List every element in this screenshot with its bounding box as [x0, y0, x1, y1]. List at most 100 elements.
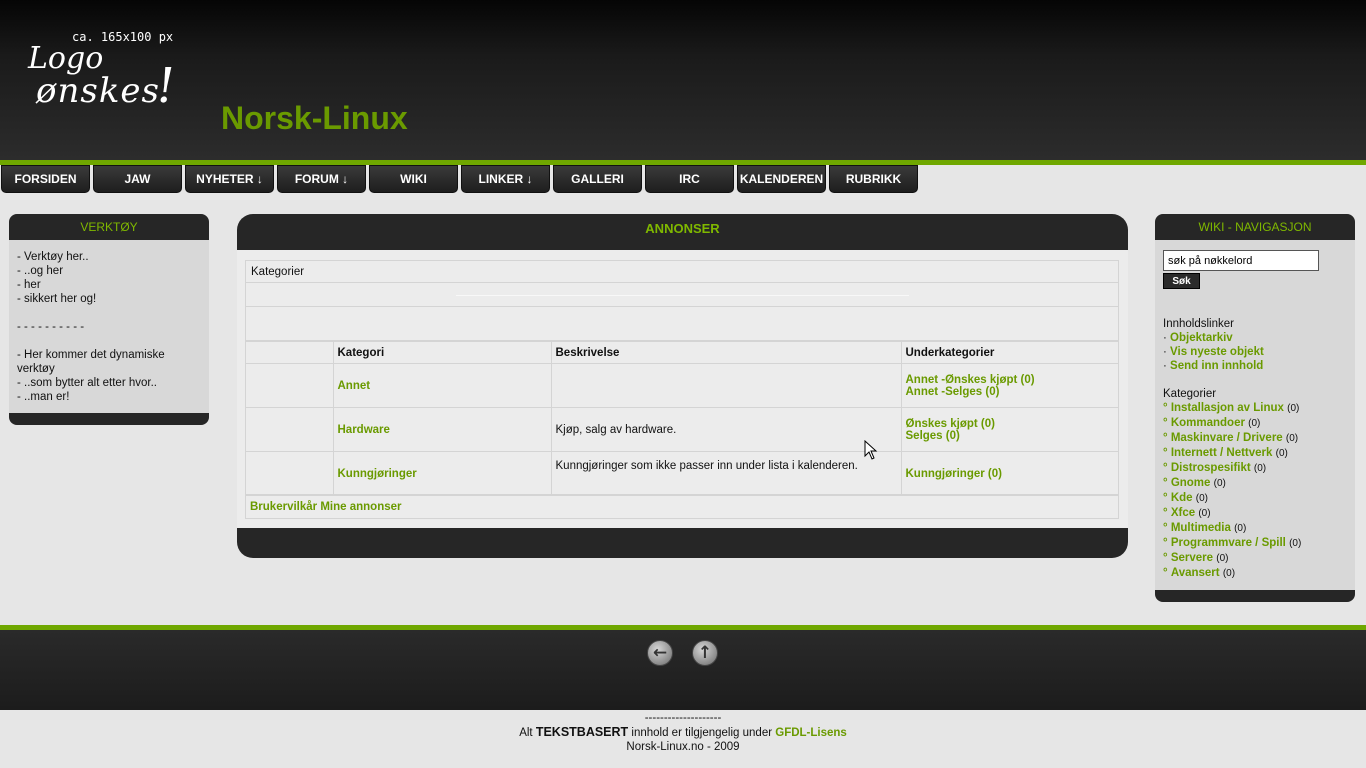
tools-line: - ..man er! — [17, 391, 70, 403]
category-cell: Annet — [332, 363, 552, 408]
row-icon-cell — [246, 451, 334, 496]
logo-text-line1: Logo — [28, 41, 104, 76]
nav-item-nyheter[interactable]: NYHETER ↓ — [185, 165, 274, 193]
wiki-category-link[interactable]: Servere — [1171, 552, 1213, 564]
table-header-row: Kategori Beskrivelse Underkategorier — [246, 341, 1118, 364]
tools-panel: VERKTØY - Verktøy her.. - ..og her - her… — [9, 214, 209, 425]
wiki-category-link[interactable]: Multimedia — [1171, 522, 1231, 534]
copyright-notice: -------------------- Alt TEKSTBASERT inn… — [0, 711, 1366, 754]
ads-panel-footer — [237, 528, 1128, 558]
list-item: ° Multimedia (0) — [1163, 521, 1347, 536]
category-prefix: ° — [1163, 477, 1168, 489]
nav-item-forsiden[interactable]: FORSIDEN — [1, 165, 90, 193]
category-link-hardware[interactable]: Hardware — [338, 424, 390, 436]
category-count: (0) — [1195, 493, 1208, 504]
subcategory-link[interactable]: Annet -Selges (0) — [906, 386, 1115, 398]
nav-item-jaw[interactable]: JAW — [93, 165, 182, 193]
list-item: ° Avansert (0) — [1163, 566, 1347, 581]
list-item: ° Installasjon av Linux (0) — [1163, 401, 1347, 416]
wiki-category-link[interactable]: Avansert — [1171, 567, 1220, 579]
ads-panel: ANNONSER Kategorier Kategori Beskrivelse… — [237, 214, 1128, 558]
description-cell: Kunngjøringer som ikke passer inn under … — [550, 451, 902, 496]
description-cell: Kjøp, salg av hardware. — [550, 407, 902, 452]
category-link-annet[interactable]: Annet — [338, 380, 371, 392]
subcategory-cell: Ønskes kjøpt (0) Selges (0) — [900, 407, 1118, 452]
category-prefix: ° — [1163, 432, 1168, 444]
wiki-category-link[interactable]: Gnome — [1171, 477, 1211, 489]
content-link[interactable]: Vis nyeste objekt — [1170, 346, 1264, 358]
license-middle: innhold er tilgjengelig under — [631, 727, 773, 739]
content-link[interactable]: Send inn innhold — [1170, 360, 1263, 372]
subcategory-cell: Kunngjøringer (0) — [900, 451, 1118, 496]
category-prefix: ° — [1163, 417, 1168, 429]
subcategory-link[interactable]: Ønskes kjøpt (0) — [906, 418, 1115, 430]
categories-heading: Kategorier — [246, 261, 1118, 283]
category-prefix: ° — [1163, 552, 1168, 564]
tools-line: - Verktøy her.. — [17, 251, 89, 263]
list-item: ° Internett / Nettverk (0) — [1163, 446, 1347, 461]
wiki-category-link[interactable]: Kommandoer — [1171, 417, 1245, 429]
content-links-heading: Innholdslinker — [1163, 318, 1234, 330]
category-cell: Hardware — [332, 407, 552, 452]
nav-item-rubrikk[interactable]: RUBRIKK — [829, 165, 918, 193]
arrow-up-icon[interactable]: ↑ — [692, 640, 718, 666]
category-prefix: ° — [1163, 537, 1168, 549]
wiki-category-link[interactable]: Distrospesifikt — [1171, 462, 1251, 474]
nav-item-forum[interactable]: FORUM ↓ — [277, 165, 366, 193]
bullet: · — [1163, 332, 1167, 344]
list-item: ° Gnome (0) — [1163, 476, 1347, 491]
wiki-categories-list: ° Installasjon av Linux (0) ° Kommandoer… — [1163, 401, 1347, 581]
nav-item-wiki[interactable]: WIKI — [369, 165, 458, 193]
list-item: ° Servere (0) — [1163, 551, 1347, 566]
category-prefix: ° — [1163, 522, 1168, 534]
subcategory-link[interactable]: Kunngjøringer (0) — [906, 468, 1115, 480]
content-link[interactable]: Objektarkiv — [1170, 332, 1233, 344]
subcategory-link[interactable]: Annet -Ønskes kjøpt (0) — [906, 374, 1115, 386]
tools-line: - ..som bytter alt etter hvor.. — [17, 377, 157, 389]
ads-panel-title: ANNONSER — [237, 214, 1128, 250]
nav-item-irc[interactable]: IRC — [645, 165, 734, 193]
wiki-search-button[interactable]: Søk — [1163, 273, 1200, 289]
table-row: Hardware Kjøp, salg av hardware. Ønskes … — [246, 407, 1118, 452]
tools-panel-title: VERKTØY — [9, 214, 209, 240]
category-count: (0) — [1248, 418, 1261, 429]
list-item: ° Kde (0) — [1163, 491, 1347, 506]
wiki-navigation-panel: WIKI - NAVIGASJON Søk Innholdslinker · O… — [1155, 214, 1355, 602]
arrow-left-icon[interactable]: ← — [647, 640, 673, 666]
site-title[interactable]: Norsk-Linux — [221, 100, 408, 137]
tools-line: - sikkert her og! — [17, 293, 97, 305]
category-count: (0) — [1287, 403, 1300, 414]
category-prefix: ° — [1163, 567, 1168, 579]
wiki-category-link[interactable]: Maskinvare / Drivere — [1171, 432, 1283, 444]
wiki-category-link[interactable]: Xfce — [1171, 507, 1195, 519]
wiki-category-link[interactable]: Internett / Nettverk — [1171, 447, 1273, 459]
site-footer: ← ↑ — [0, 630, 1366, 710]
license-link[interactable]: GFDL-Lisens — [775, 727, 847, 739]
terms-link[interactable]: Brukervilkår — [250, 501, 317, 513]
list-item: ° Programmvare / Spill (0) — [1163, 536, 1347, 551]
category-count: (0) — [1234, 523, 1247, 534]
wiki-category-link[interactable]: Programmvare / Spill — [1171, 537, 1286, 549]
logo-exclamation: ! — [152, 58, 180, 114]
category-count: (0) — [1198, 508, 1211, 519]
content-link-item: · Send inn innhold — [1163, 359, 1347, 373]
subcategory-cell: Annet -Ønskes kjøpt (0) Annet -Selges (0… — [900, 363, 1118, 408]
nav-item-galleri[interactable]: GALLERI — [553, 165, 642, 193]
my-ads-link[interactable]: Mine annonser — [320, 501, 401, 513]
tools-line: - her — [17, 279, 41, 291]
column-header-underkategorier: Underkategorier — [900, 341, 1118, 364]
category-link-kunngjoringer[interactable]: Kunngjøringer — [338, 468, 417, 480]
logo-placeholder[interactable]: ca. 165x100 px Logo ønskes ! — [24, 28, 194, 123]
wiki-category-link[interactable]: Kde — [1171, 492, 1193, 504]
column-header-beskrivelse: Beskrivelse — [550, 341, 902, 364]
nav-item-linker[interactable]: LINKER ↓ — [461, 165, 550, 193]
table-row: Kunngjøringer Kunngjøringer som ikke pas… — [246, 451, 1118, 496]
wiki-search-input[interactable] — [1163, 250, 1319, 271]
bullet: · — [1163, 360, 1167, 372]
category-count: (0) — [1213, 478, 1226, 489]
nav-item-kalenderen[interactable]: KALENDEREN — [737, 165, 826, 193]
wiki-categories-heading: Kategorier — [1163, 388, 1217, 400]
subcategory-link[interactable]: Selges (0) — [906, 430, 1115, 442]
wiki-category-link[interactable]: Installasjon av Linux — [1171, 402, 1284, 414]
tools-divider-text: - - - - - - - - - - — [17, 321, 85, 333]
